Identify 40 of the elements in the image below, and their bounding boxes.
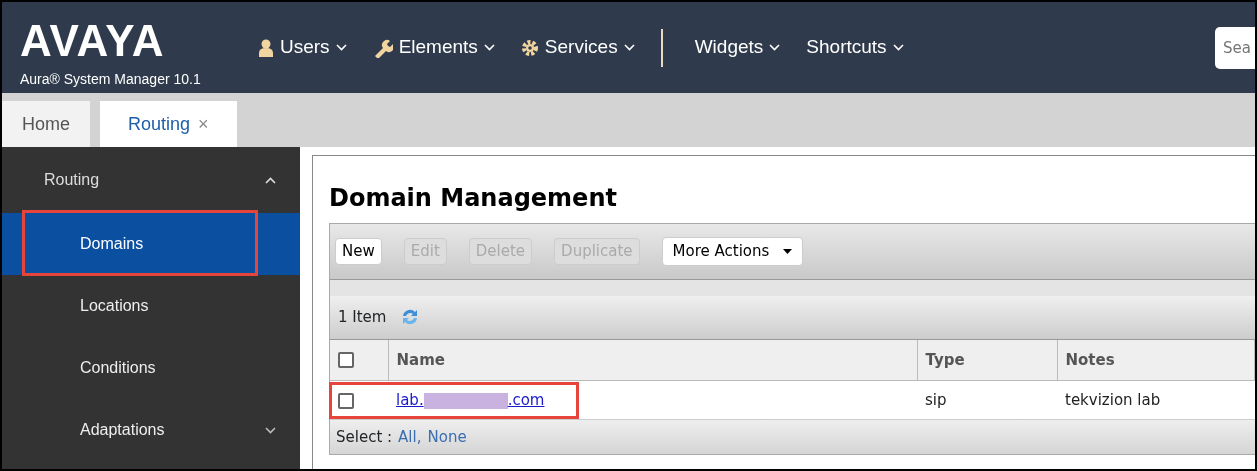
close-icon[interactable]: × — [198, 110, 209, 138]
page-title: Domain Management — [329, 184, 617, 213]
column-header: Name — [388, 339, 917, 381]
caret-icon — [783, 248, 793, 254]
nav-menu[interactable]: Elements — [372, 33, 495, 62]
tab[interactable]: Routing × — [100, 101, 237, 147]
sidebar-item[interactable]: Locations — [2, 275, 300, 337]
nav-menu[interactable]: Shortcuts — [806, 33, 904, 62]
select-label: Select : — [336, 427, 393, 449]
nav-menu[interactable]: Users — [258, 33, 347, 62]
nav-menu[interactable]: Services — [520, 33, 635, 62]
domain-link[interactable]: lab. .com — [396, 391, 545, 410]
item-count: 1 Item — [338, 307, 387, 329]
user-icon — [258, 38, 274, 57]
product-name: Aura® System Manager 10.1 — [20, 70, 201, 89]
toolbar-button[interactable]: New — [335, 237, 382, 266]
tab[interactable]: Home — [2, 101, 90, 147]
chevron-down-icon — [892, 44, 904, 51]
chevron-up-icon — [265, 176, 276, 184]
dropdown-button[interactable]: More Actions — [661, 236, 804, 267]
nav-menu[interactable]: Widgets — [694, 33, 781, 62]
gear-icon — [520, 38, 539, 57]
checkbox[interactable] — [338, 352, 354, 369]
search-field[interactable]: Sea — [1215, 26, 1255, 69]
chevron-down-icon — [335, 44, 347, 51]
chevron-down-icon — [483, 44, 495, 51]
column-header: Notes — [1057, 339, 1255, 381]
chevron-down-icon — [769, 44, 781, 51]
logo: AVAYA — [20, 19, 165, 63]
column-header: Type — [917, 339, 1057, 381]
table-cell: tekvizion lab — [1057, 380, 1255, 420]
table-cell: sip — [917, 380, 1057, 420]
checkbox[interactable] — [338, 392, 354, 409]
sidebar-section[interactable]: Routing — [2, 147, 300, 213]
sidebar-item[interactable]: Adaptations — [2, 399, 300, 461]
chevron-down-icon — [623, 44, 635, 51]
select-link[interactable]: All, — [398, 426, 422, 449]
sidebar-item[interactable]: Domains — [2, 213, 300, 275]
sidebar-item[interactable]: Conditions — [2, 337, 300, 399]
select-link[interactable]: None — [427, 426, 467, 449]
